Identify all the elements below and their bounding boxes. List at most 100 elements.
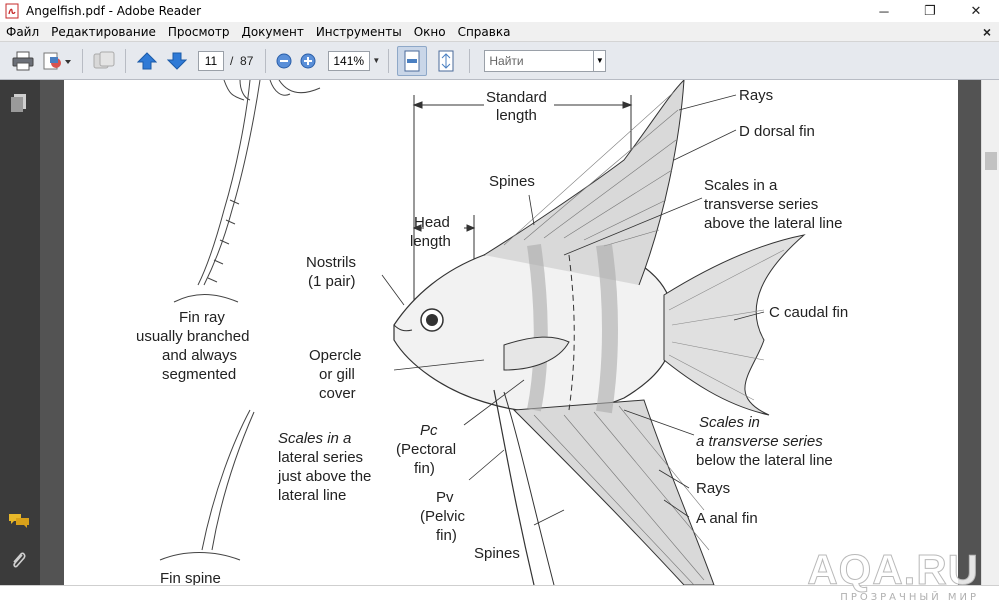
label-scales-lateral-3: just above the (277, 468, 371, 485)
zoom-in-icon (300, 53, 316, 68)
watermark-logo: AQA.RU (807, 546, 979, 593)
fit-width-button[interactable] (397, 45, 428, 76)
menu-window[interactable]: Окно (408, 25, 452, 39)
share-button[interactable] (91, 48, 117, 74)
create-pdf-button[interactable] (40, 48, 74, 74)
label-scales-above-3: above the lateral line (704, 215, 842, 232)
label-head-length-2: length (410, 233, 451, 250)
fin-spine-drawing (159, 409, 255, 561)
zoom-out-icon (276, 53, 292, 68)
adobe-reader-window: Angelfish.pdf - Adobe Reader ─ ❐ ✕ Файл … (0, 0, 999, 607)
toolbar-separator (82, 48, 83, 73)
fit-page-icon (438, 50, 454, 71)
toolbar-separator (265, 48, 267, 73)
label-standard-length-2: length (496, 107, 537, 124)
close-document-button[interactable]: × (983, 24, 991, 40)
page-separator: / 87 (230, 54, 253, 68)
toolbar-separator (125, 48, 126, 73)
navigation-pane (0, 80, 40, 585)
paperclip-icon (13, 552, 26, 568)
watermark: AQA.RU ПРОЗРАЧНЫЙ МИР (807, 546, 979, 603)
label-nostrils: Nostrils (306, 254, 356, 271)
print-button[interactable] (10, 48, 36, 74)
label-fin-ray-3: and always (162, 347, 237, 364)
toolbar-separator (388, 48, 390, 73)
angelfish-diagram: Standard length Rays D dorsal fin Spines… (136, 80, 848, 585)
label-spines-top: Spines (489, 173, 535, 190)
label-opercle-3: cover (319, 385, 356, 402)
label-pelvic-2: (Pelvic (420, 508, 466, 525)
vertical-scrollbar[interactable] (981, 80, 999, 585)
label-scales-lateral-4: lateral line (278, 487, 346, 504)
label-scales-below-2: a transverse series (696, 433, 823, 450)
label-pectoral-2: (Pectoral (396, 441, 456, 458)
share-icon (93, 51, 115, 68)
toolbar-separator (469, 48, 471, 73)
label-standard-length: Standard (486, 89, 547, 106)
zoom-in-button[interactable] (298, 48, 318, 74)
menu-edit[interactable]: Редактирование (45, 25, 162, 39)
window-controls: ─ ❐ ✕ (861, 0, 999, 22)
arrow-up-icon (137, 51, 157, 69)
menu-help[interactable]: Справка (452, 25, 517, 39)
label-pectoral-3: fin) (414, 460, 435, 477)
zoom-level-input[interactable]: 141% (328, 50, 371, 71)
previous-page-button[interactable] (134, 48, 160, 74)
label-pelvic-3: fin) (436, 527, 457, 544)
label-fin-ray-2: usually branched (136, 328, 249, 345)
fin-ray-drawing (173, 80, 321, 303)
create-pdf-icon (43, 52, 71, 69)
close-button[interactable]: ✕ (953, 0, 999, 22)
toolbar: 11 / 87 141% ▼ Найти ▼ (0, 42, 999, 80)
label-opercle-2: or gill (319, 366, 355, 383)
comments-icon (9, 514, 29, 528)
label-fin-ray-1: Fin ray (179, 309, 225, 326)
total-pages: 87 (240, 53, 254, 68)
comments-panel-button[interactable] (8, 510, 30, 532)
pages-icon (11, 94, 26, 112)
label-rays-bottom: Rays (696, 480, 730, 497)
label-anal-fin: A anal fin (696, 510, 758, 527)
arrow-down-icon (167, 52, 187, 70)
label-spines-bottom: Spines (474, 545, 520, 562)
pdf-file-icon (5, 3, 19, 19)
minimize-button[interactable]: ─ (861, 0, 907, 22)
label-fin-spine: Fin spine (160, 570, 221, 585)
label-scales-lateral-2: lateral series (278, 449, 363, 466)
label-scales-above-2: transverse series (704, 196, 818, 213)
fit-width-icon (404, 50, 420, 71)
label-opercle-1: Opercle (309, 347, 362, 364)
pages-panel-button[interactable] (8, 92, 30, 114)
printer-icon (12, 51, 34, 70)
menu-bar: Файл Редактирование Просмотр Документ Ин… (0, 22, 999, 42)
document-area[interactable]: Standard length Rays D dorsal fin Spines… (40, 80, 981, 585)
scrollbar-thumb[interactable] (985, 152, 997, 170)
zoom-dropdown[interactable]: ▼ (370, 51, 382, 71)
page-slash: / (230, 53, 234, 68)
label-fin-ray-4: segmented (162, 366, 236, 383)
label-nostrils-2: (1 pair) (308, 273, 356, 290)
label-pelvic-1: Pv (436, 489, 454, 506)
menu-view[interactable]: Просмотр (162, 25, 236, 39)
pdf-page: Standard length Rays D dorsal fin Spines… (64, 80, 958, 585)
page-number-input[interactable]: 11 (198, 50, 224, 71)
label-pectoral-1: Pc (420, 422, 438, 439)
fit-page-button[interactable] (431, 48, 461, 74)
restore-button[interactable]: ❐ (907, 0, 953, 22)
next-page-button[interactable] (164, 48, 190, 74)
label-dorsal-fin: D dorsal fin (739, 123, 815, 140)
find-dropdown[interactable]: ▼ (594, 49, 607, 72)
zoom-out-button[interactable] (274, 48, 294, 74)
find-input[interactable]: Найти (484, 49, 595, 72)
label-head-length: Head (414, 214, 450, 231)
menu-file[interactable]: Файл (0, 25, 45, 39)
label-caudal-fin: C caudal fin (769, 304, 848, 321)
label-scales-below-3: below the lateral line (696, 452, 833, 469)
menu-document[interactable]: Документ (235, 25, 309, 39)
label-scales-above-1: Scales in a (704, 177, 778, 194)
label-rays-top: Rays (739, 87, 773, 104)
menu-tools[interactable]: Инструменты (310, 25, 408, 39)
title-bar: Angelfish.pdf - Adobe Reader ─ ❐ ✕ (0, 0, 999, 22)
label-scales-lateral-1: Scales in a (278, 430, 351, 447)
attachments-panel-button[interactable] (8, 550, 30, 572)
